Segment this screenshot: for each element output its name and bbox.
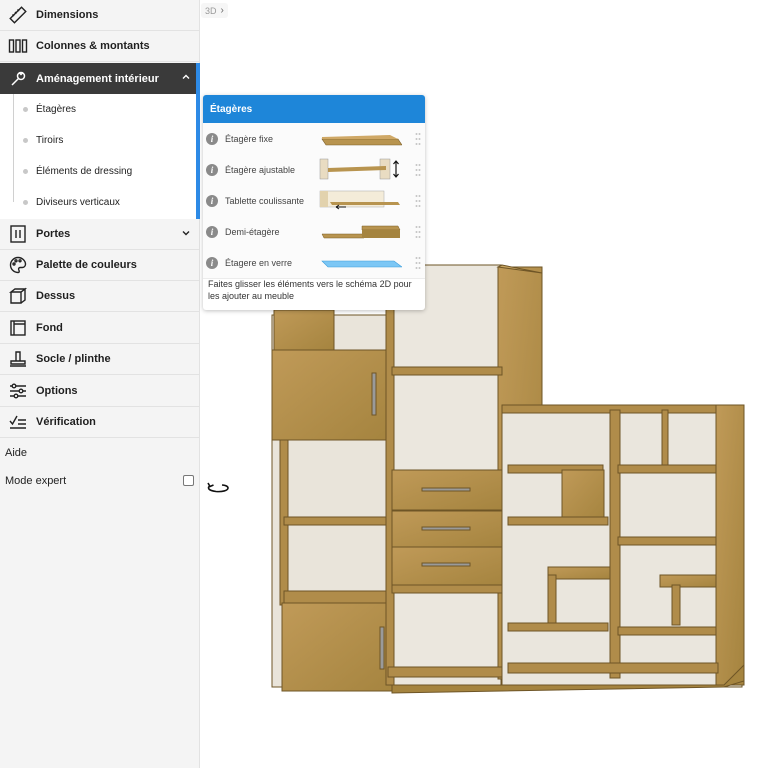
nav-label: Socle / plinthe (36, 353, 111, 365)
nav-label: Dimensions (36, 9, 99, 21)
bullet-icon (23, 200, 28, 205)
subitem-label: Éléments de dressing (36, 166, 133, 177)
chevron-down-icon[interactable] (181, 228, 191, 238)
info-icon[interactable]: i (206, 194, 218, 207)
nav-label: Fond (36, 322, 63, 334)
shelf-option-glass[interactable]: i Étagere en verre (203, 247, 425, 279)
furniture-3d-view[interactable] (262, 255, 768, 700)
subitem-dressing[interactable]: Éléments de dressing (13, 156, 196, 187)
help-link[interactable]: Aide (5, 447, 27, 459)
shelf-option-label: Étagere en verre (225, 257, 293, 268)
bullet-icon (23, 169, 28, 174)
box-top-icon (0, 286, 36, 306)
drag-handle-icon[interactable] (415, 163, 421, 177)
drag-handle-icon[interactable] (415, 194, 421, 208)
half-shelf-thumbnail (321, 225, 401, 239)
nav-top[interactable]: Dessus (0, 281, 199, 312)
shelf-option-sliding[interactable]: i Tablette coulissante (203, 185, 425, 217)
view-mode-label: 3D (205, 5, 217, 16)
shelf-option-half[interactable]: i Demi-étagère (203, 216, 425, 248)
bullet-icon (23, 138, 28, 143)
info-icon[interactable]: i (206, 163, 218, 176)
ruler-icon (0, 5, 36, 25)
nav-options[interactable]: Options (0, 376, 199, 407)
drag-handle-icon[interactable] (415, 132, 421, 146)
subitem-label: Étagères (36, 104, 77, 115)
sliders-icon (0, 381, 36, 401)
info-icon[interactable]: i (206, 256, 218, 269)
active-indicator (196, 63, 200, 219)
expert-mode-label: Mode expert (5, 475, 67, 487)
expert-mode-checkbox[interactable] (183, 475, 194, 486)
wrench-icon (0, 69, 36, 89)
nav-label: Vérification (36, 416, 96, 428)
drag-hint-text: Faites glisser les éléments vers le sché… (208, 279, 412, 301)
sliding-shelf-thumbnail (319, 190, 400, 210)
columns-icon (0, 36, 36, 56)
drag-handle-icon[interactable] (415, 256, 421, 270)
glass-shelf-thumbnail (321, 260, 402, 268)
info-icon[interactable]: i (206, 132, 218, 145)
fixed-shelf-thumbnail (321, 135, 402, 146)
nav-label: Aménagement intérieur (36, 72, 159, 85)
adjustable-shelf-thumbnail (319, 158, 399, 180)
panel-title: Étagères (203, 95, 425, 123)
shelf-option-adjustable[interactable]: i Étagère ajustable (203, 154, 425, 186)
sidebar: Dimensions Colonnes & montants Aménageme… (0, 0, 200, 768)
nav-label: Colonnes & montants (36, 40, 150, 52)
shelf-option-label: Étagère ajustable (225, 164, 296, 175)
nav-dimensions[interactable]: Dimensions (0, 0, 199, 31)
shelf-option-fixed[interactable]: i Étagère fixe (203, 123, 425, 155)
plinth-icon (0, 349, 36, 369)
drag-handle-icon[interactable] (415, 225, 421, 239)
nav-plinth[interactable]: Socle / plinthe (0, 344, 199, 375)
shelves-panel: Étagères i Étagère fixe i Étagère ajusta… (203, 95, 425, 310)
info-icon[interactable]: i (206, 225, 218, 238)
nav-label: Options (36, 385, 78, 397)
bullet-icon (23, 107, 28, 112)
door-icon (0, 224, 36, 244)
rotate-view-icon[interactable] (205, 478, 231, 498)
subitem-drawers[interactable]: Tiroirs (13, 125, 196, 156)
shelf-option-label: Étagère fixe (225, 133, 274, 144)
check-list-icon (0, 412, 36, 432)
nav-label: Dessus (36, 290, 76, 302)
nav-interior[interactable]: Aménagement intérieur (0, 63, 199, 94)
nav-doors[interactable]: Portes (0, 219, 199, 250)
chevron-right-icon: › (220, 5, 224, 16)
nav-columns[interactable]: Colonnes & montants (0, 31, 199, 62)
subitem-dividers[interactable]: Diviseurs verticaux (13, 187, 196, 218)
subitem-label: Diviseurs verticaux (36, 197, 120, 208)
shelf-option-label: Tablette coulissante (225, 195, 305, 206)
nav-label: Portes (36, 228, 71, 240)
nav-back[interactable]: Fond (0, 313, 199, 344)
back-panel-icon (0, 318, 36, 338)
nav-palette[interactable]: Palette de couleurs (0, 250, 199, 281)
cabinet-door (271, 349, 388, 441)
subitem-label: Tiroirs (36, 135, 64, 146)
nav-verification[interactable]: Vérification (0, 407, 199, 438)
subitem-shelves[interactable]: Étagères (13, 94, 196, 125)
palette-icon (0, 255, 36, 275)
chevron-up-icon[interactable] (181, 72, 191, 82)
shelf-option-label: Demi-étagère (225, 226, 280, 237)
view-mode-toggle[interactable]: 3D › (201, 3, 228, 18)
nav-label: Palette de couleurs (36, 259, 137, 271)
